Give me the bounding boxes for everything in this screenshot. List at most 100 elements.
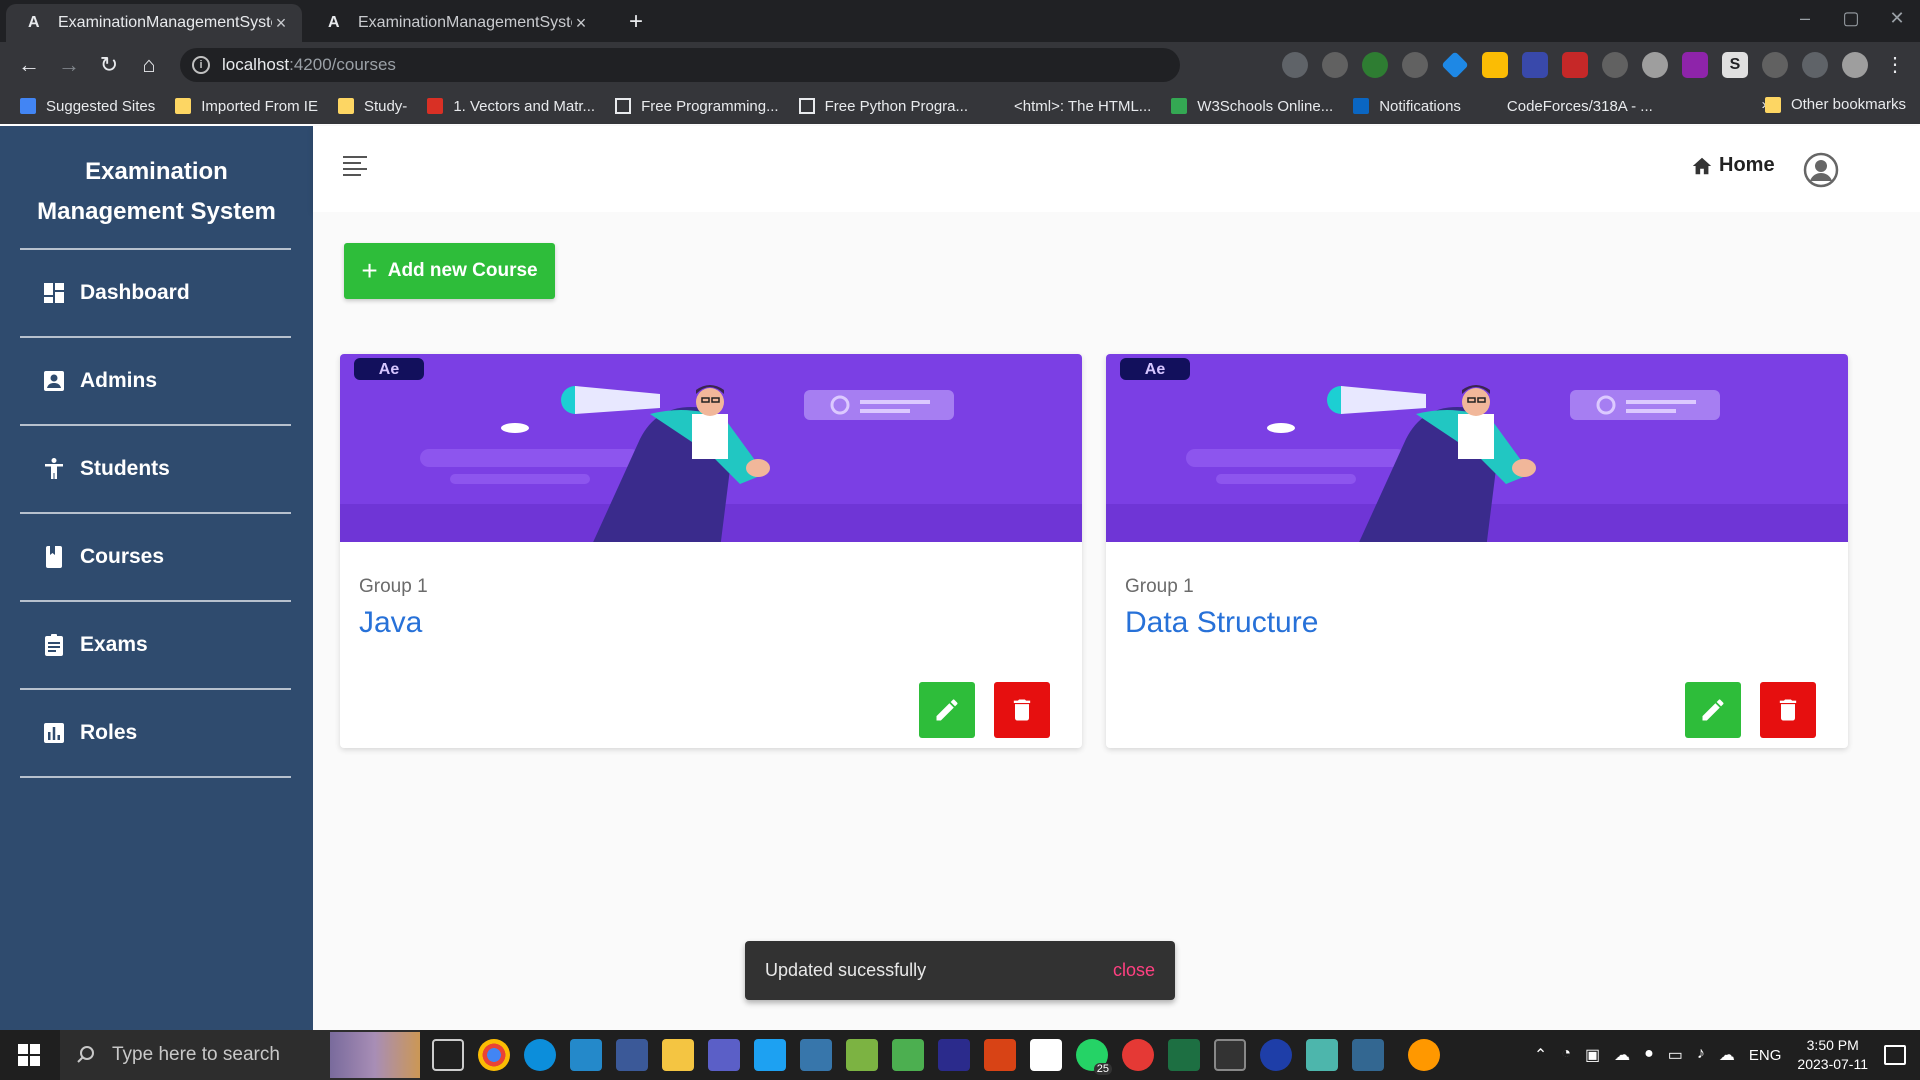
menu-toggle-icon[interactable] xyxy=(343,156,367,180)
other-bookmarks-folder[interactable]: Other bookmarks xyxy=(1764,96,1906,113)
extension-icon[interactable] xyxy=(1402,52,1428,78)
bookmark-star-icon[interactable] xyxy=(1322,52,1348,78)
microphone-icon[interactable]: ● xyxy=(1644,1045,1654,1065)
app-icon[interactable] xyxy=(1306,1039,1338,1071)
site-info-icon[interactable]: i xyxy=(192,56,210,74)
zoom-icon[interactable] xyxy=(1260,1039,1292,1071)
drive-extension-icon[interactable] xyxy=(1482,52,1508,78)
cloud-icon[interactable]: ☁ xyxy=(1719,1045,1735,1065)
news-extension-icon[interactable] xyxy=(1522,52,1548,78)
edit-course-button[interactable] xyxy=(1685,682,1741,738)
course-card: Ae Group 1 Data Structure xyxy=(1106,354,1848,748)
bookmark-item[interactable]: W3Schools Online... xyxy=(1171,98,1333,115)
app-icon[interactable] xyxy=(892,1039,924,1071)
reload-icon[interactable]: ↻ xyxy=(94,50,124,80)
home-icon[interactable]: ⌂ xyxy=(134,50,164,80)
kebab-menu-icon[interactable]: ⋮ xyxy=(1882,52,1908,78)
app-icon[interactable] xyxy=(708,1039,740,1071)
network-icon[interactable]: ◔ xyxy=(1561,1045,1571,1065)
onedrive-icon[interactable]: ☁ xyxy=(1614,1045,1630,1065)
account-avatar-icon[interactable] xyxy=(1803,152,1839,188)
edge-icon[interactable] xyxy=(524,1039,556,1071)
extension-icon[interactable] xyxy=(1682,52,1708,78)
browser-tab-inactive[interactable]: A ExaminationManagementSystem × xyxy=(306,4,602,42)
bookmark-item[interactable]: Suggested Sites xyxy=(20,98,155,115)
bookmark-item[interactable]: 1. Vectors and Matr... xyxy=(427,98,595,115)
address-bar[interactable]: i localhost:4200/courses xyxy=(180,48,1180,82)
extension-icon[interactable] xyxy=(1642,52,1668,78)
vscode-icon[interactable] xyxy=(570,1039,602,1071)
counter-extension-icon[interactable] xyxy=(1562,52,1588,78)
language-indicator[interactable]: ENG xyxy=(1749,1047,1782,1064)
bookmark-item[interactable]: Free Programming... xyxy=(615,98,779,115)
app-icon[interactable] xyxy=(754,1039,786,1071)
sidebar-item-roles[interactable]: Roles xyxy=(20,690,291,776)
delete-course-button[interactable] xyxy=(994,682,1050,738)
home-link[interactable]: Home xyxy=(1691,154,1775,177)
browser-tab-active[interactable]: A ExaminationManagementSystem × xyxy=(6,4,302,42)
vpn-extension-icon[interactable] xyxy=(1441,51,1469,79)
course-title[interactable]: Java xyxy=(359,606,422,640)
notion-icon[interactable] xyxy=(1030,1039,1062,1071)
app-icon[interactable] xyxy=(984,1039,1016,1071)
terminal-icon[interactable] xyxy=(1214,1039,1246,1071)
volume-icon[interactable]: ♪ xyxy=(1697,1045,1705,1065)
maximize-icon[interactable]: ▢ xyxy=(1828,8,1874,29)
back-icon[interactable]: ← xyxy=(14,50,44,80)
bookmark-item[interactable]: Study- xyxy=(337,98,407,115)
excel-icon[interactable] xyxy=(1168,1039,1200,1071)
sidebar-item-exams[interactable]: Exams xyxy=(20,602,291,688)
bookmark-item[interactable]: CodeForces/318A - ... xyxy=(1481,98,1653,115)
add-course-button[interactable]: + Add new Course xyxy=(344,243,555,299)
extension-icon[interactable] xyxy=(1602,52,1628,78)
chevron-up-icon[interactable]: ⌃ xyxy=(1534,1045,1547,1065)
minimize-icon[interactable]: – xyxy=(1782,8,1828,29)
meet-now-icon[interactable]: ▣ xyxy=(1585,1045,1600,1065)
windows-start-icon[interactable] xyxy=(18,1044,40,1066)
s-extension-icon[interactable]: S xyxy=(1722,52,1748,78)
clock[interactable]: 3:50 PM 2023-07-11 xyxy=(1797,1036,1868,1074)
close-tab-icon[interactable]: × xyxy=(572,13,590,34)
task-view-icon[interactable] xyxy=(432,1039,464,1071)
battery-icon[interactable]: ▭ xyxy=(1668,1045,1683,1065)
profile-avatar-icon[interactable] xyxy=(1842,52,1868,78)
share-icon[interactable] xyxy=(1282,52,1308,78)
grammarly-extension-icon[interactable] xyxy=(1362,52,1388,78)
bookmark-item[interactable]: <html>: The HTML... xyxy=(988,98,1151,115)
app-icon[interactable] xyxy=(1122,1039,1154,1071)
trash-icon xyxy=(1779,699,1797,721)
postgres-icon[interactable] xyxy=(1352,1039,1384,1071)
lambda-app-icon[interactable] xyxy=(846,1039,878,1071)
notification-center-icon[interactable] xyxy=(1884,1045,1906,1065)
new-tab-button[interactable]: + xyxy=(620,6,652,38)
folder-icon xyxy=(175,98,192,114)
close-tab-icon[interactable]: × xyxy=(272,13,290,34)
sidebar-item-courses[interactable]: Courses xyxy=(20,514,291,600)
side-panel-icon[interactable] xyxy=(1802,52,1828,78)
w3schools-icon xyxy=(1171,98,1188,114)
bookmark-item[interactable]: Free Python Progra... xyxy=(798,98,968,115)
pencil-icon xyxy=(1702,699,1724,721)
snackbar-close-button[interactable]: close xyxy=(1113,960,1155,981)
sidebar-item-admins[interactable]: Admins xyxy=(20,338,291,424)
sidebar-item-students[interactable]: Students xyxy=(20,426,291,512)
snackbar-message: Updated sucessfully xyxy=(765,960,927,980)
sidebar-item-dashboard[interactable]: Dashboard xyxy=(20,250,291,336)
course-title[interactable]: Data Structure xyxy=(1125,606,1318,640)
forward-icon[interactable]: → xyxy=(54,50,84,80)
close-window-icon[interactable]: ✕ xyxy=(1874,8,1920,29)
puzzle-icon[interactable] xyxy=(1762,52,1788,78)
intellij-icon[interactable] xyxy=(938,1039,970,1071)
app-icon[interactable] xyxy=(1408,1039,1440,1071)
chrome-icon[interactable] xyxy=(478,1039,510,1071)
bookmark-item[interactable]: Imported From IE xyxy=(175,98,318,115)
python-icon[interactable] xyxy=(800,1039,832,1071)
course-group: Group 1 xyxy=(1125,576,1194,597)
delete-course-button[interactable] xyxy=(1760,682,1816,738)
bookmark-item[interactable]: Notifications xyxy=(1353,98,1461,115)
app-icon[interactable] xyxy=(616,1039,648,1071)
whatsapp-icon[interactable]: 25 xyxy=(1076,1039,1112,1075)
file-explorer-icon[interactable] xyxy=(662,1039,694,1071)
dashboard-icon xyxy=(42,281,66,305)
edit-course-button[interactable] xyxy=(919,682,975,738)
